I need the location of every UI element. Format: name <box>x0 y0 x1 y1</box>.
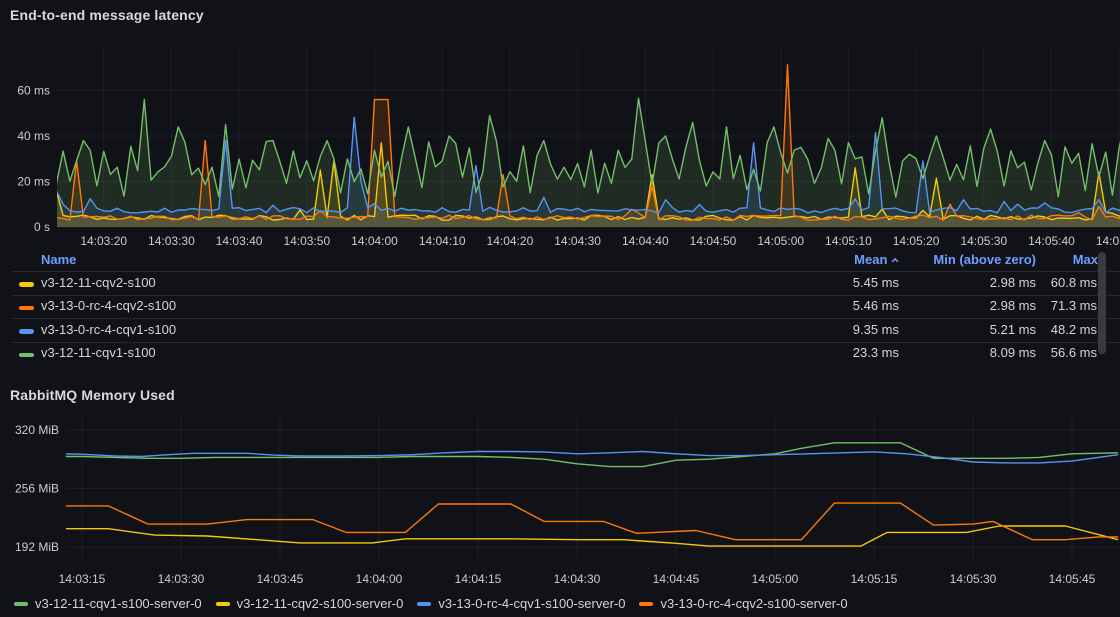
svg-text:14:03:30: 14:03:30 <box>158 572 205 586</box>
svg-text:256 MiB: 256 MiB <box>15 482 59 496</box>
svg-text:14:04:40: 14:04:40 <box>622 234 669 248</box>
svg-text:14:05:00: 14:05:00 <box>752 572 799 586</box>
svg-text:14:04:20: 14:04:20 <box>487 234 534 248</box>
svg-text:14:05:40: 14:05:40 <box>1028 234 1075 248</box>
svg-text:14:05:50: 14:05:50 <box>1096 234 1120 248</box>
svg-text:14:04:30: 14:04:30 <box>554 572 601 586</box>
svg-text:14:03:15: 14:03:15 <box>59 572 106 586</box>
svg-text:14:04:00: 14:04:00 <box>351 234 398 248</box>
svg-text:14:03:50: 14:03:50 <box>283 234 330 248</box>
svg-text:14:03:30: 14:03:30 <box>148 234 195 248</box>
svg-text:14:03:40: 14:03:40 <box>216 234 263 248</box>
svg-text:14:05:10: 14:05:10 <box>825 234 872 248</box>
svg-text:14:05:20: 14:05:20 <box>893 234 940 248</box>
svg-text:14:04:30: 14:04:30 <box>554 234 601 248</box>
svg-text:14:03:45: 14:03:45 <box>257 572 304 586</box>
svg-text:14:04:45: 14:04:45 <box>653 572 700 586</box>
svg-text:40 ms: 40 ms <box>17 129 50 143</box>
svg-text:320 MiB: 320 MiB <box>15 423 59 437</box>
svg-text:14:05:15: 14:05:15 <box>851 572 898 586</box>
svg-text:14:05:45: 14:05:45 <box>1049 572 1096 586</box>
svg-text:14:04:50: 14:04:50 <box>690 234 737 248</box>
svg-text:14:05:00: 14:05:00 <box>757 234 804 248</box>
svg-text:14:05:30: 14:05:30 <box>960 234 1007 248</box>
svg-text:14:04:00: 14:04:00 <box>356 572 403 586</box>
svg-text:14:04:15: 14:04:15 <box>455 572 502 586</box>
svg-text:20 ms: 20 ms <box>17 175 50 189</box>
svg-text:14:05:30: 14:05:30 <box>950 572 997 586</box>
svg-text:192 MiB: 192 MiB <box>15 540 59 554</box>
svg-text:0 s: 0 s <box>34 220 50 234</box>
svg-text:60 ms: 60 ms <box>17 84 50 98</box>
svg-text:14:04:10: 14:04:10 <box>419 234 466 248</box>
svg-text:14:03:20: 14:03:20 <box>80 234 127 248</box>
